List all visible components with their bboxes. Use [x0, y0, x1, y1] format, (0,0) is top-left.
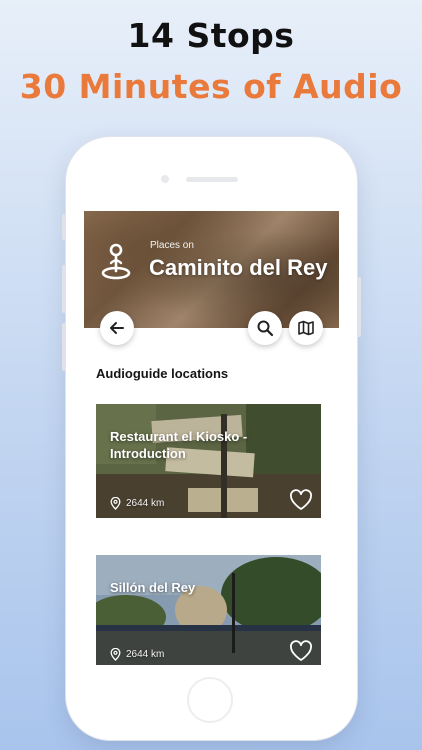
header-title: Caminito del Rey: [149, 255, 328, 280]
search-button[interactable]: [248, 311, 282, 345]
silent-switch: [62, 214, 66, 240]
location-card[interactable]: Sillón del Rey 2644 km: [96, 555, 321, 665]
heart-icon[interactable]: [289, 489, 313, 511]
header-banner: Places on Caminito del Rey: [84, 211, 339, 328]
earpiece-speaker: [186, 177, 238, 182]
location-title: Sillón del Rey: [110, 580, 196, 595]
location-distance: 2644 km: [110, 647, 164, 661]
distance-value: 2644 km: [126, 497, 165, 509]
arrow-left-icon: [110, 322, 124, 334]
section-title: Audioguide locations: [96, 366, 229, 381]
distance-value: 2644 km: [126, 648, 165, 660]
map-icon: [298, 320, 314, 336]
volume-down-button: [62, 323, 66, 371]
app-screen: Places on Caminito del Rey Audioguide lo…: [84, 211, 339, 665]
volume-up-button: [62, 265, 66, 313]
heart-icon[interactable]: [289, 640, 313, 662]
location-pin-icon: [110, 496, 121, 510]
location-card[interactable]: Restaurant el Kiosko - Introduction 2644…: [96, 404, 321, 518]
power-button: [357, 277, 361, 337]
home-button[interactable]: [187, 677, 233, 723]
front-camera: [161, 175, 169, 183]
location-pin-icon: [110, 647, 121, 661]
back-button[interactable]: [100, 311, 134, 345]
location-pin-icon: [101, 243, 131, 280]
location-title: Restaurant el Kiosko - Introduction: [110, 429, 248, 461]
promo-subheadline: 30 Minutes of Audio: [19, 67, 403, 106]
promo-headline: 14 Stops: [127, 16, 295, 55]
location-distance: 2644 km: [110, 496, 164, 510]
search-icon: [257, 320, 274, 337]
map-button[interactable]: [289, 311, 323, 345]
header-subtitle: Places on: [150, 240, 194, 251]
